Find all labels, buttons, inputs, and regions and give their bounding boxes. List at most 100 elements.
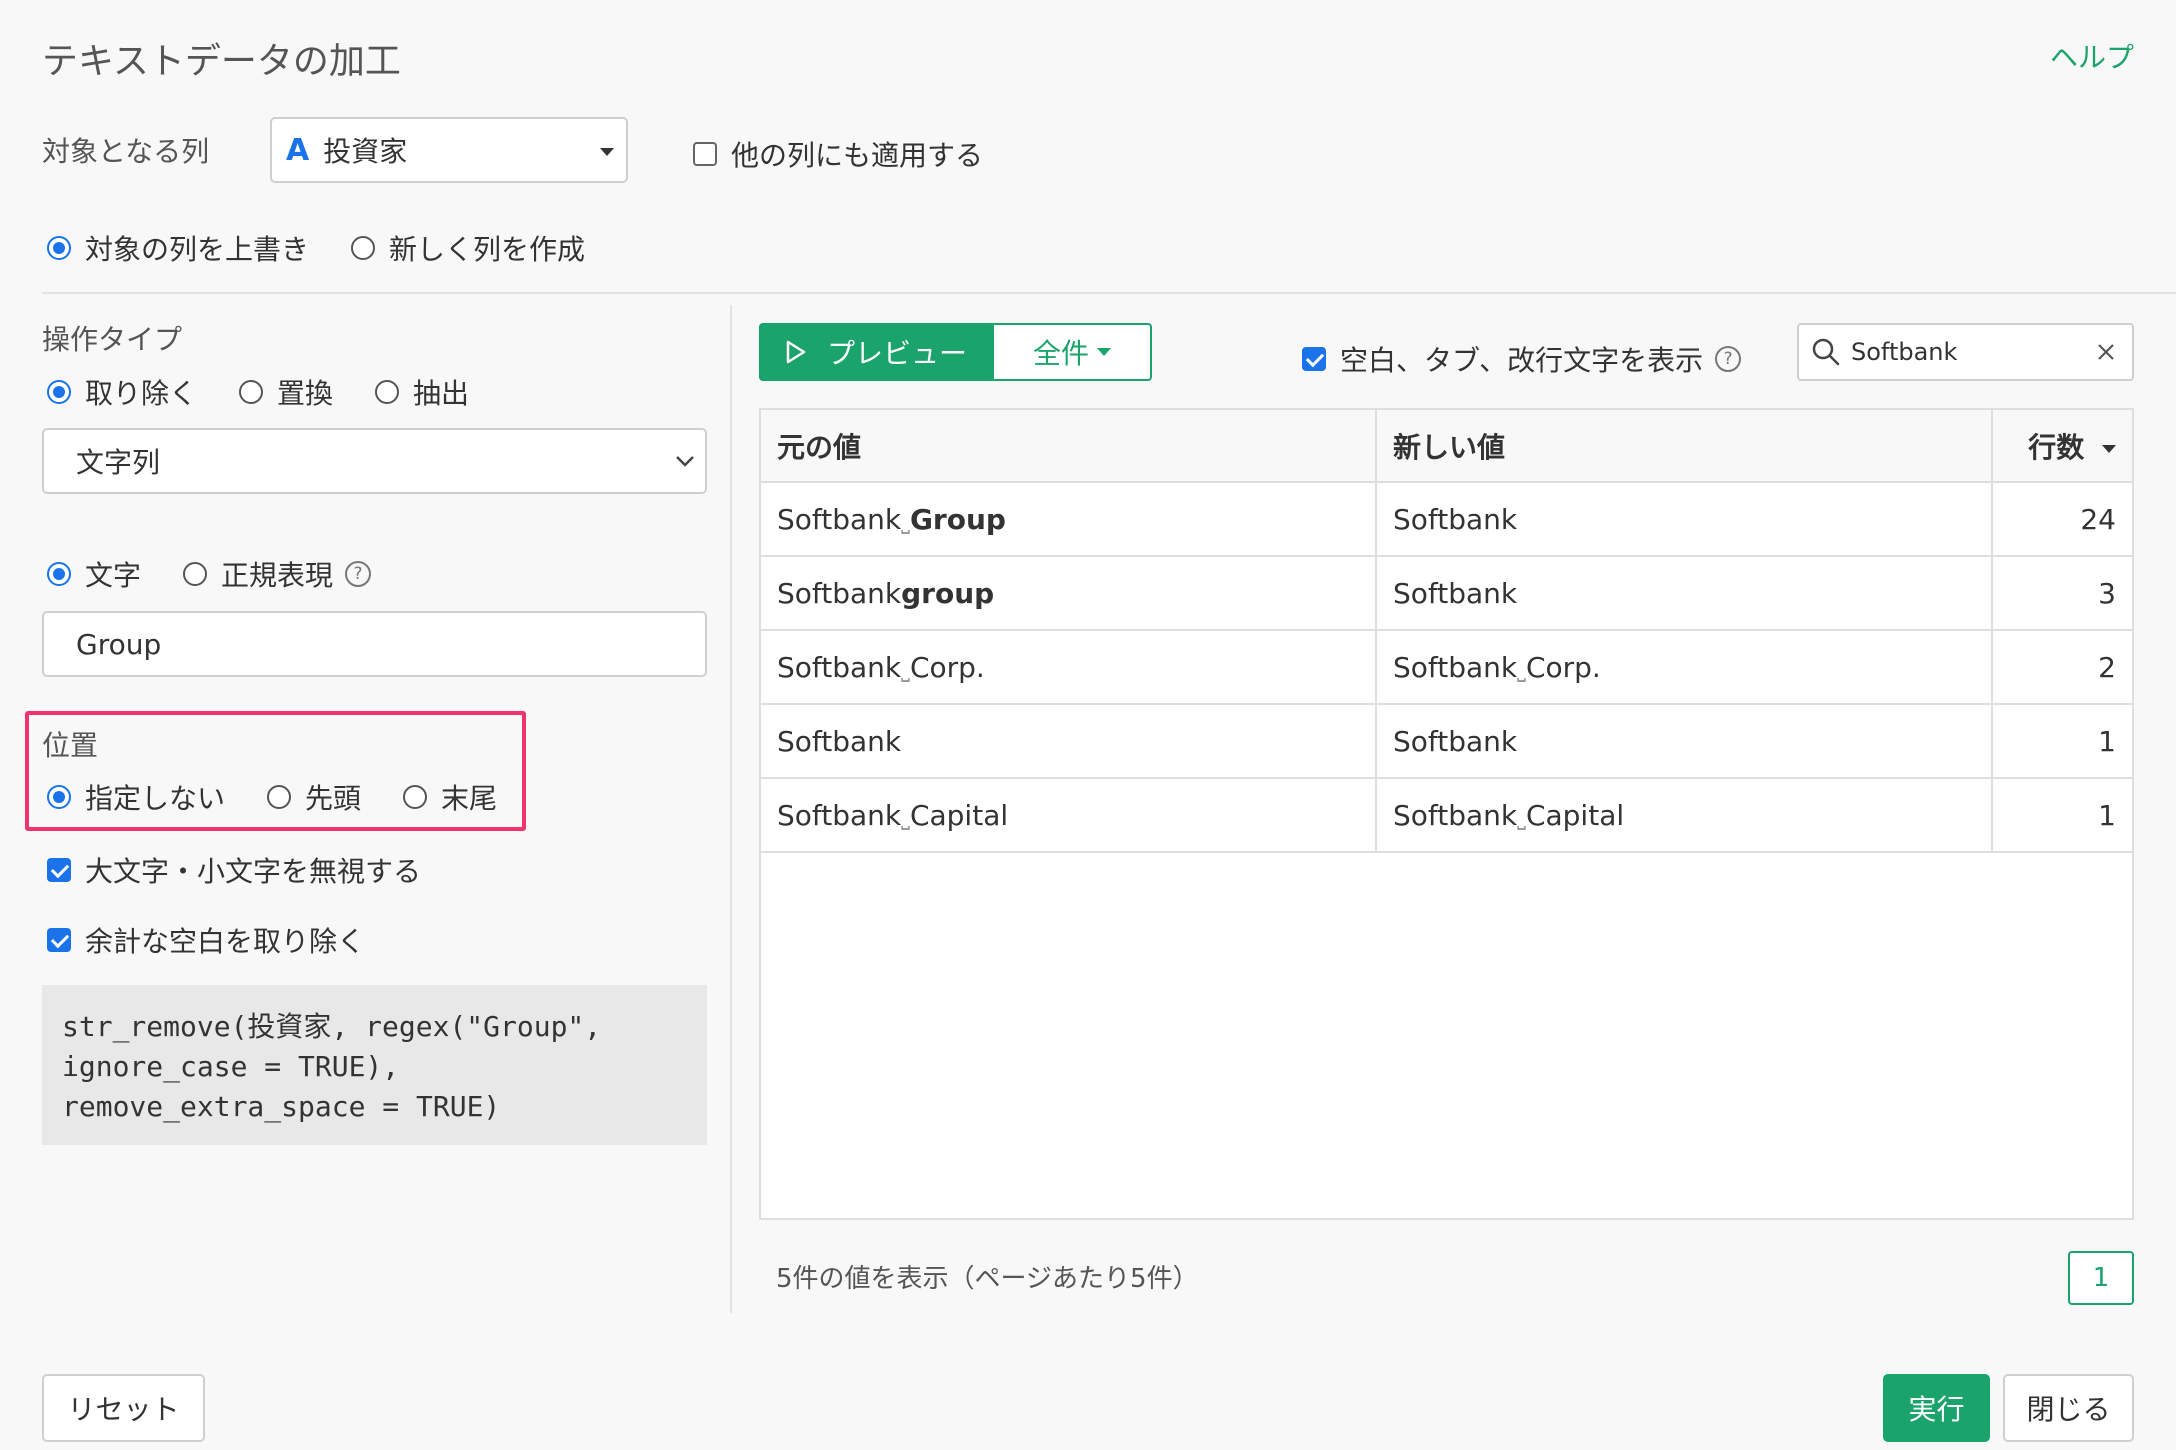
radio-match-regex-label: 正規表現 <box>221 559 334 592</box>
preview-button-label: プレビュー <box>827 337 968 370</box>
target-column-select[interactable]: A 投資家 <box>270 117 628 183</box>
radio-new-column-label: 新しく列を作成 <box>389 233 586 266</box>
cell-original-value: Softbank⎵Group <box>761 482 1377 557</box>
table-row: Softbankgroup Softbank 3 <box>761 556 2132 631</box>
search-box[interactable]: Softbank <box>1797 323 2134 381</box>
remove-extra-space-checkbox[interactable]: 余計な空白を取り除く <box>47 920 365 960</box>
column-header-count[interactable]: 行数 <box>1992 410 2132 483</box>
checkbox-checked-icon <box>1302 347 1326 371</box>
radio-operation-replace[interactable]: 置換 <box>239 372 333 412</box>
cell-text: Corp. <box>909 650 985 684</box>
radio-new-column[interactable]: 新しく列を作成 <box>351 228 585 268</box>
operation-type-label: 操作タイプ <box>42 323 183 356</box>
pattern-input[interactable]: Group <box>42 611 707 677</box>
radio-overwrite-label: 対象の列を上書き <box>85 233 310 266</box>
apply-other-columns-checkbox[interactable]: 他の列にも適用する <box>693 134 983 174</box>
cell-new-value: Softbank <box>1376 482 1993 557</box>
character-type-icon: A <box>286 132 310 168</box>
cell-new-value: Softbank <box>1376 704 1993 779</box>
page-button[interactable]: 1 <box>2068 1251 2134 1305</box>
radio-position-none[interactable]: 指定しない <box>47 777 225 817</box>
radio-icon <box>239 380 263 404</box>
pagination-summary: 5件の値を表示（ページあたり5件） <box>776 1264 1199 1294</box>
cell-text: Softbank <box>1393 502 1518 536</box>
radio-match-regex[interactable]: 正規表現 ? <box>183 554 372 594</box>
radio-operation-extract[interactable]: 抽出 <box>375 372 469 412</box>
help-circle-icon[interactable]: ? <box>345 561 372 587</box>
cell-text: Softbank <box>1393 576 1518 610</box>
cell-text: Softbank <box>777 576 902 610</box>
radio-icon <box>183 562 207 586</box>
radio-icon <box>403 785 427 809</box>
cell-text: Capital <box>1525 798 1625 832</box>
code-line: ignore_case = TRUE), <box>62 1050 400 1083</box>
close-button[interactable]: 閉じる <box>2003 1374 2134 1442</box>
checkbox-checked-icon <box>47 858 71 882</box>
column-header-count-label: 行数 <box>2028 430 2085 464</box>
whitespace-marker-icon: ⎵ <box>1517 657 1526 683</box>
table-row: Softbank⎵Capital Softbank⎵Capital 1 <box>761 778 2132 853</box>
radio-icon <box>47 380 71 404</box>
column-header-original: 元の値 <box>761 410 1377 483</box>
help-circle-icon[interactable]: ? <box>1715 346 1742 372</box>
clear-icon[interactable] <box>2096 342 2116 362</box>
whitespace-marker-icon: ⎵ <box>1517 805 1526 831</box>
ignore-case-checkbox[interactable]: 大文字・小文字を無視する <box>47 850 421 890</box>
run-button[interactable]: 実行 <box>1883 1374 1990 1442</box>
code-preview: str_remove(投資家, regex("Group", ignore_cas… <box>42 985 707 1145</box>
table-row: Softbank⎵Corp. Softbank⎵Corp. 2 <box>761 630 2132 705</box>
chevron-down-icon <box>600 148 614 156</box>
radio-position-start-label: 先頭 <box>305 782 362 815</box>
whitespace-marker-icon: ⎵ <box>901 805 910 831</box>
radio-position-end[interactable]: 末尾 <box>403 777 497 817</box>
cell-text: Softbank <box>1393 724 1518 758</box>
reset-button[interactable]: リセット <box>42 1374 205 1442</box>
operation-target-select[interactable]: 文字列 <box>42 428 707 494</box>
cell-text: Capital <box>909 798 1009 832</box>
search-input[interactable]: Softbank <box>1851 338 2096 366</box>
cell-new-value: Softbank⎵Corp. <box>1376 630 1993 705</box>
cell-new-value: Softbank <box>1376 556 1993 631</box>
radio-match-literal-label: 文字 <box>85 559 142 592</box>
checkbox-icon <box>693 142 717 166</box>
cell-count: 2 <box>1992 630 2132 705</box>
cell-text: Corp. <box>1525 650 1601 684</box>
target-column-value: 投資家 <box>323 135 408 168</box>
panel-divider <box>730 305 732 1313</box>
cell-original-value: Softbank⎵Corp. <box>761 630 1377 705</box>
all-rows-dropdown[interactable]: 全件 <box>992 323 1152 381</box>
radio-icon <box>351 236 375 260</box>
cell-count: 1 <box>1992 704 2132 779</box>
cell-new-value: Softbank⎵Capital <box>1376 778 1993 853</box>
radio-icon <box>47 562 71 586</box>
cell-text: Softbank <box>777 798 902 832</box>
radio-position-start[interactable]: 先頭 <box>267 777 361 817</box>
play-icon <box>786 340 806 364</box>
remove-extra-space-label: 余計な空白を取り除く <box>85 925 366 958</box>
help-link[interactable]: ヘルプ <box>2050 36 2134 76</box>
chevron-down-icon <box>676 456 694 467</box>
removed-match-text: Group <box>909 502 1006 536</box>
column-header-new: 新しい値 <box>1376 410 1993 483</box>
cell-original-value: Softbank <box>761 704 1377 779</box>
cell-text: Softbank <box>777 650 902 684</box>
checkbox-checked-icon <box>47 928 71 952</box>
radio-overwrite-column[interactable]: 対象の列を上書き <box>47 228 309 268</box>
removed-match-text: group <box>901 576 995 610</box>
show-whitespace-label: 空白、タブ、改行文字を表示 <box>1340 344 1704 377</box>
code-line: str_remove(投資家, regex("Group", <box>62 1010 602 1043</box>
radio-operation-remove[interactable]: 取り除く <box>47 372 197 412</box>
position-label: 位置 <box>42 729 99 762</box>
radio-operation-remove-label: 取り除く <box>85 377 198 410</box>
radio-icon <box>267 785 291 809</box>
search-icon <box>1812 338 1840 366</box>
cell-text: Softbank <box>777 724 902 758</box>
radio-position-end-label: 末尾 <box>441 782 498 815</box>
preview-button[interactable]: プレビュー <box>759 323 992 381</box>
ignore-case-label: 大文字・小文字を無視する <box>85 855 422 888</box>
radio-match-literal[interactable]: 文字 <box>47 554 141 594</box>
preview-table: 元の値 新しい値 行数 Softbank⎵Group Softbank 24 Soft… <box>759 408 2134 1220</box>
all-rows-label: 全件 <box>1032 337 1089 370</box>
sort-caret-icon <box>2102 444 2116 453</box>
show-whitespace-checkbox[interactable]: 空白、タブ、改行文字を表示 ? <box>1302 339 1742 379</box>
